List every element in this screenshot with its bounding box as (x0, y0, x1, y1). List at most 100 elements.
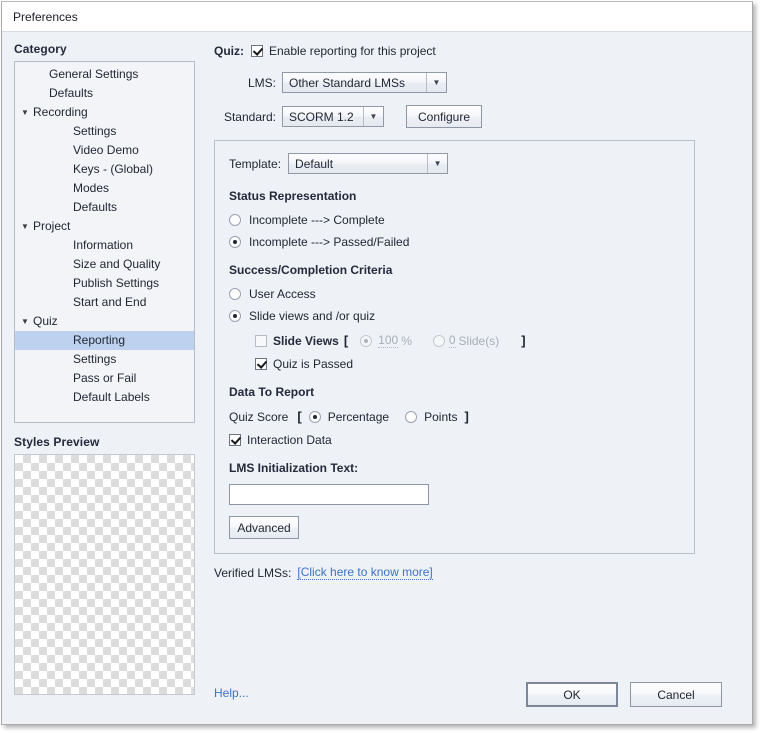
status-option-1-row[interactable]: Incomplete ---> Complete (229, 213, 680, 227)
help-link[interactable]: Help... (214, 686, 249, 700)
template-dropdown[interactable]: Default ▼ (288, 153, 449, 174)
sidebar-item-label: Reporting (73, 333, 126, 347)
sidebar-item-information[interactable]: Information (15, 236, 194, 255)
verified-lms-link[interactable]: [Click here to know more] (297, 565, 433, 580)
interaction-data-checkbox[interactable] (229, 434, 241, 446)
standard-dropdown[interactable]: SCORM 1.2 ▼ (282, 106, 384, 127)
reporting-options-groupbox: Template: Default ▼ Status Representatio… (214, 140, 695, 554)
sidebar-item-quiz[interactable]: ▼ Quiz (15, 312, 194, 331)
ok-button[interactable]: OK (526, 682, 618, 707)
help-link-wrap: Help... (214, 686, 249, 700)
slide-views-bracket-open: [ (343, 333, 349, 348)
slide-views-percent-value[interactable]: 100 (378, 333, 399, 348)
user-access-radio[interactable] (229, 288, 241, 300)
quiz-is-passed-row: Quiz is Passed (255, 357, 680, 371)
sidebar-item-label: General Settings (49, 67, 139, 81)
category-panel: Category General Settings Defaults ▼ Record… (14, 42, 204, 695)
percentage-radio[interactable] (308, 410, 321, 423)
sidebar-item-label: Default Labels (73, 390, 150, 404)
sidebar-item-defaults[interactable]: Defaults (15, 84, 194, 103)
sidebar-item-publish-settings[interactable]: Publish Settings (15, 274, 194, 293)
status-option-2-row[interactable]: Incomplete ---> Passed/Failed (229, 235, 680, 249)
quiz-is-passed-checkbox[interactable] (255, 358, 267, 370)
chevron-down-icon[interactable]: ▼ (17, 103, 33, 122)
status-representation-heading: Status Representation (229, 189, 357, 203)
lms-label: LMS: (247, 75, 276, 90)
lms-init-heading: LMS Initialization Text: (229, 461, 359, 475)
sidebar-item-settings[interactable]: Settings (15, 350, 194, 369)
template-label: Template: (229, 156, 282, 171)
sidebar-item-start-and-end[interactable]: Start and End (15, 293, 194, 312)
slide-views-or-quiz-radio[interactable] (229, 310, 241, 322)
sidebar-item-label: Start and End (73, 295, 147, 309)
standard-dropdown-value: SCORM 1.2 (289, 109, 354, 124)
sidebar-item-label: Settings (73, 124, 117, 138)
chevron-down-icon[interactable]: ▼ (17, 217, 33, 236)
criteria-option-1-label: User Access (249, 287, 316, 301)
template-dropdown-value: Default (295, 156, 334, 171)
sidebar-item-general-settings[interactable]: General Settings (15, 65, 194, 84)
slide-views-slides-unit: Slide(s) (458, 333, 500, 348)
dialog-body: Category General Settings Defaults ▼ Record… (2, 32, 752, 725)
status-incomplete-complete-radio[interactable] (229, 214, 241, 226)
criteria-option-1-row[interactable]: User Access (229, 287, 680, 301)
sidebar-item-label: Defaults (49, 86, 94, 100)
status-option-1-label: Incomplete ---> Complete (249, 213, 385, 227)
category-heading: Category (14, 42, 67, 56)
status-option-2-label: Incomplete ---> Passed/Failed (249, 235, 410, 249)
sidebar-item-label: Information (73, 238, 134, 252)
chevron-down-icon: ▼ (426, 73, 446, 92)
slide-views-slides-value[interactable]: 0 (448, 333, 456, 348)
verified-lms-label: Verified LMSs: (214, 565, 292, 580)
lms-row: LMS: Other Standard LMSs ▼ (214, 72, 742, 93)
sidebar-item-project[interactable]: ▼ Project (15, 217, 194, 236)
sidebar-item-defaults[interactable]: Defaults (15, 198, 194, 217)
sidebar-item-label: Quiz (33, 314, 58, 328)
points-radio[interactable] (405, 410, 418, 423)
sidebar-item-label: Video Demo (73, 143, 139, 157)
sidebar-item-pass-or-fail[interactable]: Pass or Fail (15, 369, 194, 388)
sidebar-item-recording[interactable]: ▼ Recording (15, 103, 194, 122)
configure-button[interactable]: Configure (406, 105, 482, 128)
styles-preview-label: Styles Preview (14, 435, 100, 449)
enable-reporting-checkbox[interactable] (251, 45, 263, 57)
cancel-button[interactable]: Cancel (630, 682, 722, 707)
sidebar-item-size-and-quality[interactable]: Size and Quality (15, 255, 194, 274)
chevron-down-icon: ▼ (363, 107, 383, 126)
sidebar-item-label: Defaults (73, 200, 118, 214)
sidebar-item-default-labels[interactable]: Default Labels (15, 388, 194, 407)
slide-views-checkbox[interactable] (255, 334, 267, 347)
sidebar-item-keys-global[interactable]: Keys - (Global) (15, 160, 194, 179)
slide-views-label: Slide Views (273, 333, 339, 348)
sidebar-item-modes[interactable]: Modes (15, 179, 194, 198)
lms-init-input[interactable] (229, 484, 429, 505)
sidebar-item-label: Size and Quality (73, 257, 161, 271)
sidebar-item-video-demo[interactable]: Video Demo (15, 141, 194, 160)
criteria-option-2-label: Slide views and /or quiz (249, 309, 376, 323)
preferences-window: Preferences Category General Settings Def… (1, 1, 753, 725)
advanced-button[interactable]: Advanced (229, 516, 299, 539)
percentage-mode-radio[interactable] (360, 334, 373, 347)
slide-views-row: Slide Views [ 100 % 0 Slide(s) ] (255, 333, 680, 348)
sidebar-item-settings[interactable]: Settings (15, 122, 194, 141)
sidebar-item-label: Keys - (Global) (73, 162, 154, 176)
dialog-button-bar: OK Cancel (526, 682, 722, 707)
lms-dropdown[interactable]: Other Standard LMSs ▼ (282, 72, 447, 93)
sidebar-item-reporting[interactable]: Reporting (15, 331, 194, 350)
score-option-1-label: Percentage (327, 409, 390, 424)
window-titlebar: Preferences (2, 2, 752, 32)
category-tree[interactable]: General Settings Defaults ▼ Recording Settin… (14, 61, 195, 423)
sidebar-item-label: Pass or Fail (73, 371, 137, 385)
advanced-button-row: Advanced (229, 516, 680, 539)
status-incomplete-passedfailed-radio[interactable] (229, 236, 241, 248)
sidebar-item-label: Settings (73, 352, 117, 366)
slides-count-mode-radio[interactable] (432, 334, 445, 347)
quiz-score-label: Quiz Score (229, 409, 289, 424)
chevron-down-icon: ▼ (427, 154, 447, 173)
success-criteria-heading: Success/Completion Criteria (229, 263, 393, 277)
chevron-down-icon[interactable]: ▼ (17, 312, 33, 331)
lms-dropdown-value: Other Standard LMSs (289, 75, 406, 90)
reporting-settings-pane: Quiz: Enable reporting for this project … (214, 42, 742, 725)
interaction-data-row: Interaction Data (229, 433, 680, 447)
criteria-option-2-row[interactable]: Slide views and /or quiz (229, 309, 680, 323)
